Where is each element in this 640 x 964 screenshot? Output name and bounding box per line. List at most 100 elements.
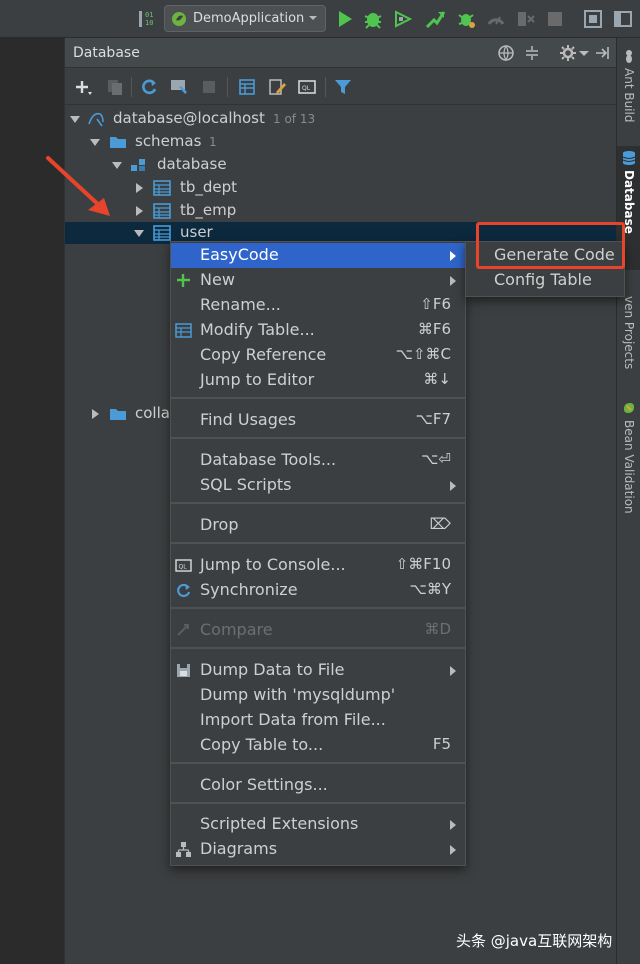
menu-item-label: Modify Table... — [200, 320, 315, 339]
menu-item-label: Dump Data to File — [200, 660, 345, 679]
panel-title: Database — [73, 45, 140, 61]
svg-text:10: 10 — [145, 19, 153, 27]
profile-icon[interactable] — [424, 8, 446, 30]
svg-text:QL: QL — [302, 85, 311, 92]
schemas-label: schemas — [135, 132, 202, 150]
menu-item-label: Import Data from File... — [200, 710, 386, 729]
collations-label: colla — [135, 404, 170, 422]
gauge-icon[interactable] — [485, 8, 507, 30]
folder-icon — [110, 409, 126, 420]
caret-down-icon[interactable] — [69, 113, 81, 125]
menu-item-copy-reference[interactable]: Copy Reference ⌥⇧⌘C — [171, 343, 465, 368]
submenu-arrow-icon — [450, 845, 456, 855]
caret-right-icon[interactable] — [133, 205, 145, 217]
menu-item-synchronize[interactable]: Synchronize ⌥⌘Y — [171, 578, 465, 603]
edit-icon[interactable] — [267, 77, 287, 97]
run-configuration-dropdown[interactable]: DemoApplication — [164, 5, 326, 32]
run-configuration-label: DemoApplication — [193, 11, 305, 26]
menu-item-label: Copy Table to... — [200, 735, 324, 754]
bug-icon[interactable] — [455, 8, 477, 30]
caret-right-icon[interactable] — [89, 408, 101, 420]
main-toolbar: 01 10 DemoApplication — [0, 0, 640, 38]
easycode-submenu: Generate Code Config Table — [465, 241, 625, 297]
menu-item-shortcut: ⌥⏎ — [421, 450, 451, 468]
globe-icon[interactable] — [497, 44, 515, 62]
add-icon[interactable] — [73, 77, 93, 97]
compare-icon — [177, 624, 189, 636]
table-icon — [175, 323, 192, 338]
menu-item-drop[interactable]: Drop ⌦ — [171, 513, 465, 538]
stripe-tab-maven-projects[interactable]: ven Projects — [617, 292, 640, 382]
attach-icon[interactable] — [515, 8, 537, 30]
stripe-tab-label: ven Projects — [622, 296, 636, 370]
menu-item-jump-to-console[interactable]: QL Jump to Console... ⇧⌘F10 — [171, 553, 465, 578]
stop-icon[interactable] — [544, 8, 566, 30]
stripe-tab-label: Ant Build — [622, 68, 636, 123]
run-icon[interactable] — [334, 8, 356, 30]
menu-item-label: Dump with 'mysqldump' — [200, 685, 396, 704]
stripe-tab-bean-validation[interactable]: Bean Validation — [617, 398, 640, 518]
menu-separator — [171, 762, 465, 764]
tree-node-schemas[interactable]: schemas 1 — [65, 131, 617, 153]
datasource-label: database@localhost — [113, 109, 265, 127]
schema-database-label: database — [157, 155, 227, 173]
menu-item-diagrams[interactable]: Diagrams — [171, 837, 465, 862]
table-icon[interactable] — [237, 77, 257, 97]
filter-icon[interactable] — [333, 77, 353, 97]
menu-item-scripted-extensions[interactable]: Scripted Extensions — [171, 812, 465, 837]
menu-item-rename[interactable]: Rename... ⇧F6 — [171, 293, 465, 318]
caret-down-icon[interactable] — [133, 227, 145, 239]
svg-text:QL: QL — [179, 564, 188, 571]
console-icon: QL — [175, 559, 192, 572]
menu-item-color-settings[interactable]: Color Settings... — [171, 773, 465, 798]
refresh-icon[interactable] — [139, 77, 159, 97]
submenu-item-config-table[interactable]: Config Table — [466, 268, 624, 293]
layout-icon[interactable] — [612, 8, 634, 30]
menu-item-shortcut: ⌘D — [424, 620, 451, 638]
tree-node-table[interactable]: tb_emp — [65, 200, 617, 222]
submenu-item-generate-code[interactable]: Generate Code — [466, 243, 624, 268]
menu-item-import-data[interactable]: Import Data from File... — [171, 708, 465, 733]
menu-item-shortcut: ⌥⌘Y — [409, 580, 451, 598]
project-structure-icon[interactable] — [582, 8, 604, 30]
console-icon[interactable]: QL — [297, 77, 317, 97]
tree-node-schema-database[interactable]: database — [65, 154, 617, 176]
diagram-icon — [176, 842, 191, 857]
chevron-down-icon[interactable] — [575, 44, 593, 62]
caret-right-icon[interactable] — [133, 182, 145, 194]
menu-item-copy-table[interactable]: Copy Table to... F5 — [171, 733, 465, 758]
tree-node-table[interactable]: tb_dept — [65, 177, 617, 199]
table-label: user — [180, 223, 213, 241]
menu-item-dump-data-to-file[interactable]: Dump Data to File — [171, 658, 465, 683]
menu-separator — [171, 502, 465, 504]
collapse-icon[interactable] — [523, 44, 541, 62]
menu-item-find-usages[interactable]: Find Usages ⌥F7 — [171, 408, 465, 433]
menu-separator — [171, 397, 465, 399]
menu-item-modify-table[interactable]: Modify Table... ⌘F6 — [171, 318, 465, 343]
bean-icon — [624, 403, 634, 413]
menu-item-shortcut: ⌦ — [429, 515, 451, 533]
toolbar-separator — [131, 77, 132, 97]
stop-icon[interactable] — [199, 77, 219, 97]
menu-item-easycode[interactable]: EasyCode — [171, 243, 465, 268]
caret-down-icon[interactable] — [89, 136, 101, 148]
menu-item-dump-with-mysqldump[interactable]: Dump with 'mysqldump' — [171, 683, 465, 708]
debug-icon[interactable] — [362, 8, 384, 30]
menu-separator — [171, 437, 465, 439]
menu-separator — [171, 802, 465, 804]
schema-icon — [131, 159, 145, 171]
tree-node-datasource[interactable]: database@localhost 1 of 13 — [65, 108, 617, 130]
menu-item-jump-to-editor[interactable]: Jump to Editor ⌘↓ — [171, 368, 465, 393]
menu-item-sql-scripts[interactable]: SQL Scripts — [171, 473, 465, 498]
hide-icon[interactable] — [593, 44, 611, 62]
properties-icon[interactable] — [169, 77, 189, 97]
submenu-arrow-icon — [450, 666, 456, 676]
build-icon[interactable]: 01 10 — [136, 8, 158, 30]
menu-item-new[interactable]: New — [171, 268, 465, 293]
menu-item-label: Compare — [200, 620, 273, 639]
menu-item-database-tools[interactable]: Database Tools... ⌥⏎ — [171, 448, 465, 473]
coverage-icon[interactable] — [392, 8, 414, 30]
stripe-tab-ant-build[interactable]: Ant Build — [617, 48, 640, 138]
menu-separator — [171, 542, 465, 544]
copy-icon[interactable] — [105, 77, 125, 97]
